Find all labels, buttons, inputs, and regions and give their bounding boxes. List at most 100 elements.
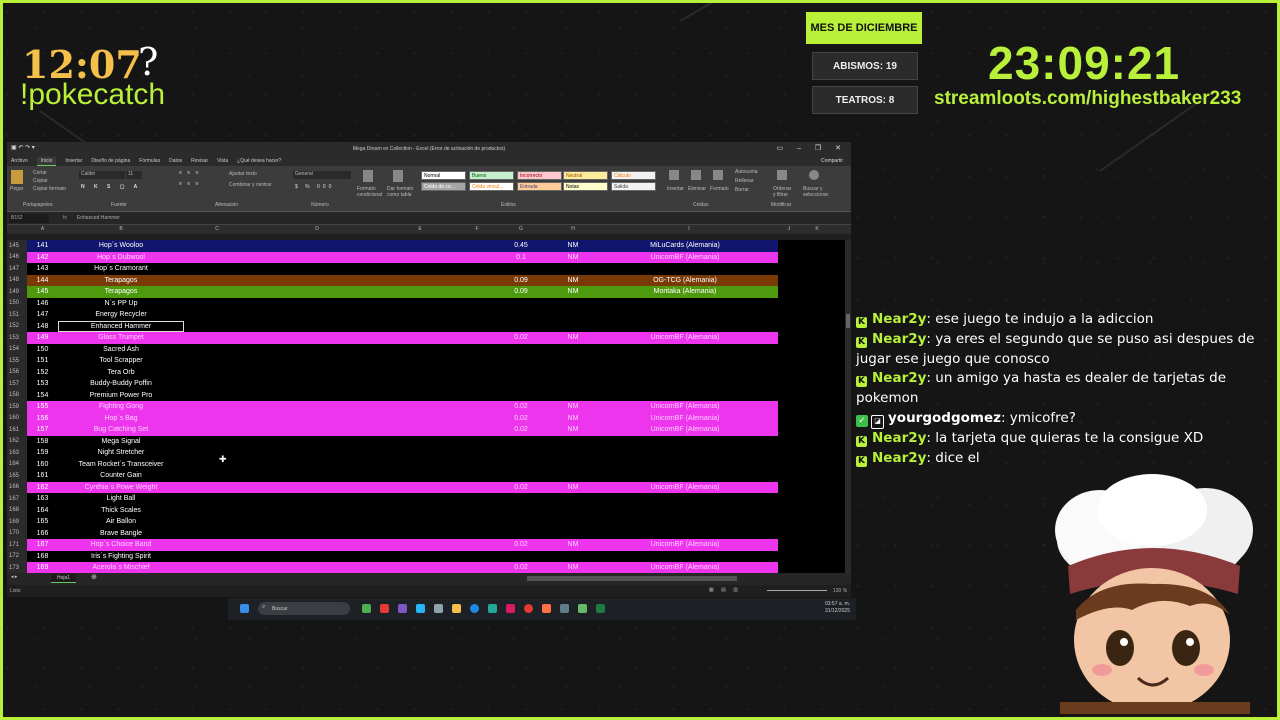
cell-h[interactable]: NM xyxy=(547,424,599,436)
row-header[interactable]: 165 xyxy=(7,470,27,482)
cell-style-option[interactable]: Celda vincul... xyxy=(469,182,514,191)
share-button[interactable]: Compartir xyxy=(821,158,843,164)
cell-a[interactable]: 164 xyxy=(27,505,58,517)
format-as-table-button[interactable]: Dar formato como tabla xyxy=(387,186,417,198)
cell-a[interactable]: 142 xyxy=(27,252,58,264)
column-header[interactable]: F xyxy=(456,226,498,232)
sheet-grid[interactable]: 145 141 Hop´s Wooloo 0.45 NM MiLuCards (Alema… xyxy=(7,240,845,574)
table-row[interactable]: 162 158 Mega Signal xyxy=(7,435,845,448)
cell-b[interactable]: Mega Signal xyxy=(58,436,184,448)
cell-b[interactable]: Air Ballon xyxy=(58,516,184,528)
ribbon-tab-2[interactable]: Insertar xyxy=(65,158,82,164)
folder-icon[interactable] xyxy=(452,604,461,613)
row-header[interactable]: 148 xyxy=(7,274,27,286)
cell-a[interactable]: 143 xyxy=(27,263,58,275)
cell-a[interactable]: 165 xyxy=(27,516,58,528)
table-row[interactable]: 150 146 N´s PP Up xyxy=(7,297,845,309)
cell-a[interactable]: 160 xyxy=(27,459,58,471)
cell-a[interactable]: 159 xyxy=(27,447,58,459)
cell-b[interactable]: Thick Scales xyxy=(58,505,184,517)
cell-a[interactable]: 169 xyxy=(27,562,58,574)
cell-i[interactable]: UnicornBF (Alemania) xyxy=(599,332,771,344)
column-header[interactable]: I xyxy=(599,226,779,232)
table-row[interactable]: 166 162 Cynthia´s Powe Weight 0.02 NM Unicorn… xyxy=(7,481,845,494)
table-row[interactable]: 169 165 Air Ballon xyxy=(7,516,845,528)
row-header[interactable]: 150 xyxy=(7,297,27,309)
quick-access-icons[interactable]: ▣ ↶ ↷ ▾ xyxy=(11,144,35,151)
cell-i[interactable]: UnicornBF (Alemania) xyxy=(599,413,771,425)
cell-style-option[interactable]: Celda de co... xyxy=(421,182,466,191)
cell-h[interactable]: NM xyxy=(547,413,599,425)
format-as-table-icon[interactable] xyxy=(393,170,403,182)
paste-icon[interactable] xyxy=(11,170,23,184)
cell-b[interactable]: Light Ball xyxy=(58,493,184,505)
font-style-buttons[interactable]: N K S ▢ A xyxy=(81,184,141,190)
cell-a[interactable]: 144 xyxy=(27,275,58,287)
table-row[interactable]: 164 160 Team Rocket´s Transceiver xyxy=(7,458,845,471)
cell-g[interactable]: 0.02 xyxy=(497,413,545,425)
row-header[interactable]: 149 xyxy=(7,286,27,298)
cell-b[interactable]: Night Stretcher xyxy=(58,447,184,459)
table-row[interactable]: 156 152 Tera Orb xyxy=(7,366,845,378)
row-header[interactable]: 145 xyxy=(7,240,27,252)
table-row[interactable]: 163 159 Night Stretcher xyxy=(7,447,845,459)
row-header[interactable]: 152 xyxy=(7,320,27,332)
formula-input[interactable]: Enhanced Hammer xyxy=(77,215,120,221)
cell-h[interactable]: NM xyxy=(547,286,599,298)
table-row[interactable]: 147 143 Hop´s Cramorant xyxy=(7,263,845,275)
cell-h[interactable]: NM xyxy=(547,562,599,574)
app-icon[interactable] xyxy=(398,604,407,613)
row-header[interactable]: 171 xyxy=(7,539,27,551)
find-select-icon[interactable] xyxy=(809,170,819,180)
table-row[interactable]: 172 168 Iris´s Fighting Spirit xyxy=(7,550,845,562)
insert-cells-button[interactable]: Insertar xyxy=(667,186,684,192)
row-header[interactable]: 160 xyxy=(7,412,27,424)
table-row[interactable]: 170 166 Brave Bangle xyxy=(7,527,845,539)
column-header[interactable]: D xyxy=(250,226,384,232)
cell-b[interactable]: Fighting Gong xyxy=(58,401,184,413)
cell-style-option[interactable]: Normal xyxy=(421,171,466,180)
font-name-select[interactable]: Calibri xyxy=(79,171,125,179)
cell-b[interactable]: Acerola´s Mischief xyxy=(58,562,184,574)
number-format-icons[interactable]: $ % 000 xyxy=(295,184,334,190)
taskbar-search[interactable]: ⌕ Buscar xyxy=(258,602,350,615)
row-header[interactable]: 154 xyxy=(7,343,27,355)
cell-a[interactable]: 154 xyxy=(27,390,58,402)
chat-username[interactable]: Near2y xyxy=(872,331,926,347)
table-row[interactable]: 157 153 Buddy-Buddy Poffin xyxy=(7,378,845,390)
cell-i[interactable]: OG-TCG (Alemania) xyxy=(599,275,771,287)
cell-b[interactable]: Hop´s Cramorant xyxy=(58,263,184,275)
cell-i[interactable]: UnicornBF (Alemania) xyxy=(599,482,771,494)
autosum-button[interactable]: Autosuma xyxy=(735,169,758,175)
cell-style-option[interactable]: Notas xyxy=(563,182,608,191)
cell-h[interactable]: NM xyxy=(547,539,599,551)
cut-button[interactable]: Cortar xyxy=(33,170,47,176)
app-icon[interactable] xyxy=(416,604,425,613)
row-header[interactable]: 163 xyxy=(7,447,27,459)
row-header[interactable]: 170 xyxy=(7,527,27,539)
cell-style-option[interactable]: Neutral xyxy=(563,171,608,180)
row-header[interactable]: 168 xyxy=(7,504,27,516)
row-header[interactable]: 162 xyxy=(7,435,27,447)
cell-a[interactable]: 161 xyxy=(27,470,58,482)
table-row[interactable]: 148 144 Terapagos 0.09 NM OG-TCG (Alemania) xyxy=(7,274,845,287)
app-icon[interactable] xyxy=(362,604,371,613)
cell-i[interactable]: MiLuCards (Alemania) xyxy=(599,240,771,252)
cell-a[interactable]: 141 xyxy=(27,240,58,252)
cell-a[interactable]: 153 xyxy=(27,378,58,390)
column-header[interactable]: K xyxy=(799,226,835,232)
cell-b[interactable]: Hop´s Bag xyxy=(58,413,184,425)
windows-start-icon[interactable] xyxy=(240,604,249,613)
cell-b[interactable]: Terapagos xyxy=(58,275,184,287)
edge-icon[interactable] xyxy=(470,604,479,613)
fx-icon[interactable]: fx xyxy=(63,215,67,221)
cell-a[interactable]: 151 xyxy=(27,355,58,367)
row-header[interactable]: 172 xyxy=(7,550,27,562)
column-header[interactable]: E xyxy=(384,226,456,232)
conditional-format-icon[interactable] xyxy=(363,170,373,182)
steam-icon[interactable] xyxy=(560,604,569,613)
find-select-button[interactable]: Buscar y seleccionar xyxy=(803,186,833,198)
ribbon-tab-8[interactable]: ¿Qué desea hacer? xyxy=(237,158,281,164)
horizontal-scrollbar[interactable] xyxy=(527,576,737,581)
cell-h[interactable]: NM xyxy=(547,482,599,494)
